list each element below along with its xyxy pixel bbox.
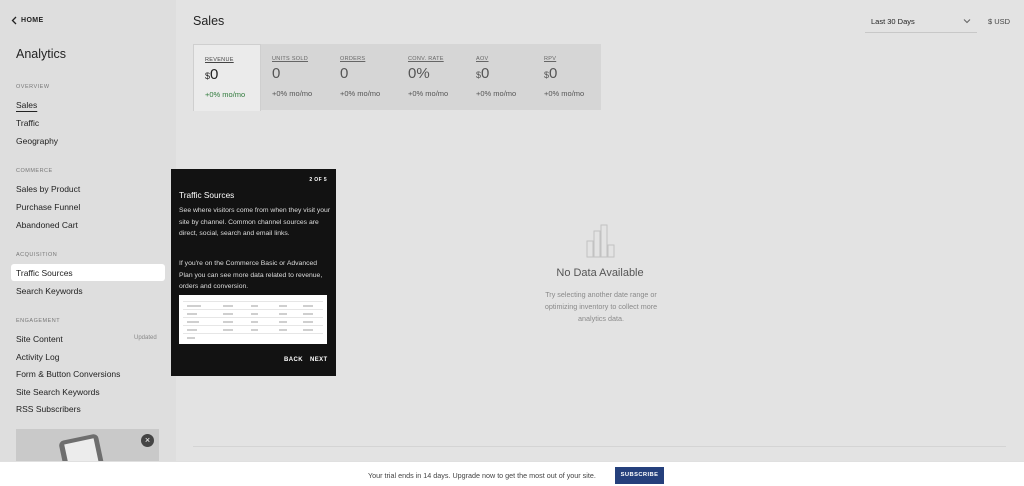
sidebar-item-search-keywords[interactable]: Search Keywords: [16, 286, 83, 296]
currency-label[interactable]: $ USD: [988, 17, 1010, 26]
divider: [193, 446, 1006, 447]
tooltip-preview-image: [179, 295, 327, 344]
preview-cell: [279, 329, 287, 331]
sidebar-item-form-button-conversions[interactable]: Form & Button Conversions: [16, 369, 120, 379]
promo-image[interactable]: [16, 429, 159, 461]
metric-value: 0: [340, 65, 349, 82]
tooltip-back-button[interactable]: BACK: [284, 357, 303, 363]
preview-cell: [187, 329, 197, 331]
metric-label: UNITS SOLD: [272, 56, 309, 62]
metric-tab-rpv[interactable]: RPV $0 +0% mo/mo: [533, 44, 601, 110]
subscribe-button[interactable]: SUBSCRIBE: [615, 467, 664, 484]
tooltip-next-button[interactable]: NEXT: [310, 357, 328, 363]
sidebar-item-site-content[interactable]: Site Content: [16, 334, 63, 344]
metric-tab-conv-rate[interactable]: CONV. RATE 0% +0% mo/mo: [397, 44, 465, 110]
sidebar-item-traffic[interactable]: Traffic: [16, 118, 39, 128]
metric-value: $0: [476, 65, 490, 82]
metric-value: $0: [544, 65, 558, 82]
sidebar-item-abandoned-cart[interactable]: Abandoned Cart: [16, 220, 78, 230]
sidebar-item-traffic-sources[interactable]: Traffic Sources: [16, 268, 73, 278]
metric-label: ORDERS: [340, 56, 366, 62]
sidebar-item-site-search-keywords[interactable]: Site Search Keywords: [16, 387, 100, 397]
sidebar-item-sales-by-product[interactable]: Sales by Product: [16, 184, 80, 194]
metric-value: 0: [272, 65, 281, 82]
preview-cell: [303, 313, 313, 315]
section-label-acquisition: ACQUISITION: [16, 252, 58, 258]
chevron-down-icon: [963, 19, 971, 24]
empty-state-title: No Data Available: [556, 267, 644, 279]
preview-cell: [251, 313, 258, 315]
metric-tab-units-sold[interactable]: UNITS SOLD 0 +0% mo/mo: [261, 44, 329, 110]
sidebar-title: Analytics: [16, 47, 67, 61]
preview-cell: [187, 305, 201, 307]
page-title: Sales: [193, 14, 225, 28]
preview-cell: [223, 321, 233, 323]
metric-change: +0% mo/mo: [272, 89, 313, 98]
metric-label: CONV. RATE: [408, 56, 444, 62]
preview-cell: [303, 321, 313, 323]
preview-cell: [251, 329, 258, 331]
sidebar-item-sales[interactable]: Sales: [16, 100, 37, 110]
preview-cell: [187, 313, 197, 315]
metric-value: 0%: [408, 65, 430, 82]
updated-badge: Updated: [134, 335, 157, 341]
preview-row: [183, 301, 323, 302]
preview-cell: [223, 329, 233, 331]
preview-cell: [223, 305, 233, 307]
section-label-overview: OVERVIEW: [16, 84, 50, 90]
date-range-select[interactable]: Last 30 Days: [865, 10, 977, 33]
tooltip-title: Traffic Sources: [179, 190, 235, 200]
preview-row: [183, 309, 323, 310]
tooltip-step-counter: 2 OF 5: [309, 177, 327, 183]
empty-state-text: Try selecting another date range or opti…: [544, 290, 658, 323]
preview-cell: [187, 321, 199, 323]
preview-cell: [279, 305, 287, 307]
preview-cell: [279, 321, 287, 323]
metric-value: $0: [205, 66, 219, 83]
metric-change: +0% mo/mo: [340, 89, 381, 98]
sidebar-item-activity-log[interactable]: Activity Log: [16, 352, 59, 362]
tooltip-plan-note: If you're on the Commerce Basic or Advan…: [179, 260, 323, 290]
preview-cell: [303, 329, 313, 331]
tooltip-description: See where visitors come from when they v…: [179, 207, 331, 237]
bar-chart-icon: [586, 224, 615, 258]
onboarding-tooltip: 2 OF 5 Traffic Sources See where visitor…: [171, 169, 336, 376]
trial-message: Your trial ends in 14 days. Upgrade now …: [368, 471, 596, 480]
preview-cell: [279, 313, 287, 315]
preview-cell: [223, 313, 233, 315]
preview-cell: [251, 321, 258, 323]
metric-change: +0% mo/mo: [544, 89, 585, 98]
close-icon[interactable]: ×: [141, 434, 154, 447]
sidebar-item-geography[interactable]: Geography: [16, 136, 58, 146]
sidebar-item-purchase-funnel[interactable]: Purchase Funnel: [16, 202, 80, 212]
home-link[interactable]: HOME: [11, 16, 44, 25]
metric-tab-orders[interactable]: ORDERS 0 +0% mo/mo: [329, 44, 397, 110]
preview-row: [183, 317, 323, 318]
date-range-value: Last 30 Days: [871, 16, 915, 26]
metric-tab-revenue[interactable]: REVENUE $0 +0% mo/mo: [193, 44, 261, 111]
sidebar-item-rss-subscribers[interactable]: RSS Subscribers: [16, 404, 81, 414]
section-label-engagement: ENGAGEMENT: [16, 318, 61, 324]
trial-banner: Your trial ends in 14 days. Upgrade now …: [0, 461, 1024, 486]
preview-cell: [303, 305, 313, 307]
home-label: HOME: [21, 17, 44, 24]
preview-row: [183, 333, 323, 334]
chevron-left-icon: [11, 16, 17, 25]
metric-tab-aov[interactable]: AOV $0 +0% mo/mo: [465, 44, 533, 110]
preview-cell: [187, 337, 195, 339]
metrics-bar: REVENUE $0 +0% mo/mo UNITS SOLD 0 +0% mo…: [193, 44, 601, 111]
preview-cell: [251, 305, 258, 307]
section-label-commerce: COMMERCE: [16, 168, 53, 174]
metric-label: RPV: [544, 56, 557, 62]
metric-label: AOV: [476, 56, 489, 62]
preview-row: [183, 325, 323, 326]
metric-change: +0% mo/mo: [476, 89, 517, 98]
metric-change: +0% mo/mo: [205, 90, 246, 99]
sidebar: HOME Analytics OVERVIEW Sales Traffic Ge…: [0, 0, 176, 486]
metric-change: +0% mo/mo: [408, 89, 449, 98]
metric-label: REVENUE: [205, 57, 234, 63]
